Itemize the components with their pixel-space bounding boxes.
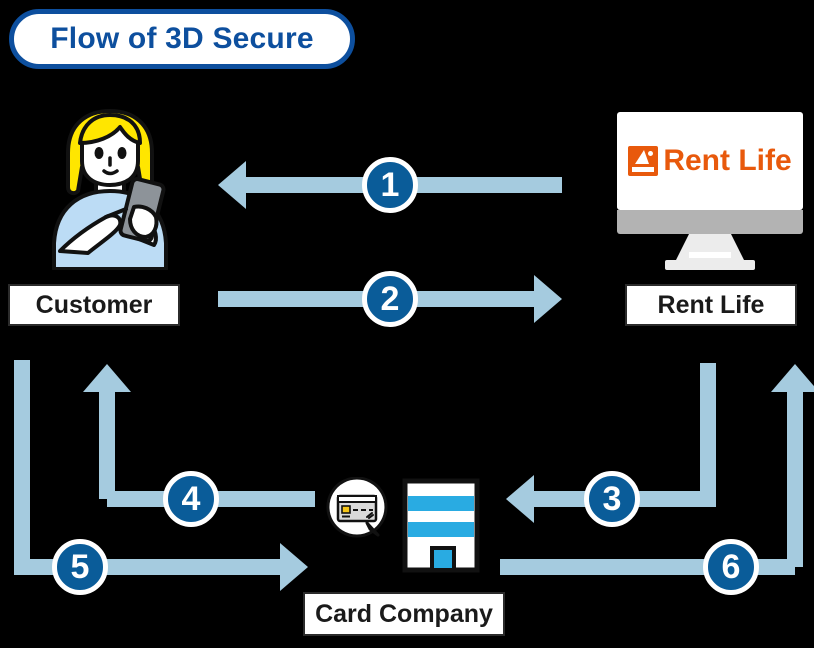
step-5-number: 5 (70, 548, 90, 586)
person-with-smartphone-icon (52, 109, 168, 271)
credit-card-icon (326, 476, 388, 538)
arrow-6-head (771, 364, 814, 392)
arrow-5-vertical (14, 360, 30, 567)
step-4-number: 4 (181, 480, 201, 518)
office-building-icon (402, 478, 480, 573)
credit-card-bubble (326, 476, 388, 539)
arrow-1-head (218, 161, 246, 209)
label-rent-life-text: Rent Life (657, 290, 765, 319)
rent-life-logo-text: Rent Life (663, 144, 792, 177)
step-circle-6: 6 (703, 539, 759, 595)
step-circle-2: 2 (362, 271, 418, 327)
step-circle-1: 1 (362, 157, 418, 213)
rent-life-logo: Rent Life (628, 144, 792, 178)
step-3-number: 3 (602, 480, 622, 518)
label-customer-text: Customer (35, 290, 153, 319)
step-circle-3: 3 (584, 471, 640, 527)
arrow-3-head (506, 475, 534, 523)
step-circle-4: 4 (163, 471, 219, 527)
arrow-3-vertical (700, 363, 716, 499)
arrow-4-head (83, 364, 131, 392)
monitor-stand-slot (689, 252, 731, 258)
rent-life-mark-icon (628, 146, 659, 176)
label-rent-life: Rent Life (625, 284, 797, 326)
arrow-5-head (280, 543, 308, 591)
monitor-foot (665, 260, 755, 270)
monitor-screen: Rent Life (617, 112, 803, 210)
label-card-company-text: Card Company (315, 599, 493, 628)
arrow-2-head (534, 275, 562, 323)
step-2-number: 2 (380, 280, 400, 318)
step-1-number: 1 (380, 166, 400, 204)
page-title: Flow of 3D Secure (50, 22, 314, 55)
label-customer: Customer (8, 284, 180, 326)
card-company-illustration (402, 478, 480, 573)
step-6-number: 6 (721, 548, 741, 586)
merchant-illustration: Rent Life (617, 112, 803, 272)
arrow-4-vertical (99, 392, 115, 499)
diagram-canvas: Flow of 3D Secure Customer Rent Life Ren… (0, 0, 814, 648)
step-circle-5: 5 (52, 539, 108, 595)
customer-illustration (30, 105, 190, 271)
monitor-bezel (617, 210, 803, 234)
diagram-title-pill: Flow of 3D Secure (9, 9, 355, 69)
arrow-6-vertical (787, 392, 803, 567)
label-card-company: Card Company (303, 592, 505, 636)
